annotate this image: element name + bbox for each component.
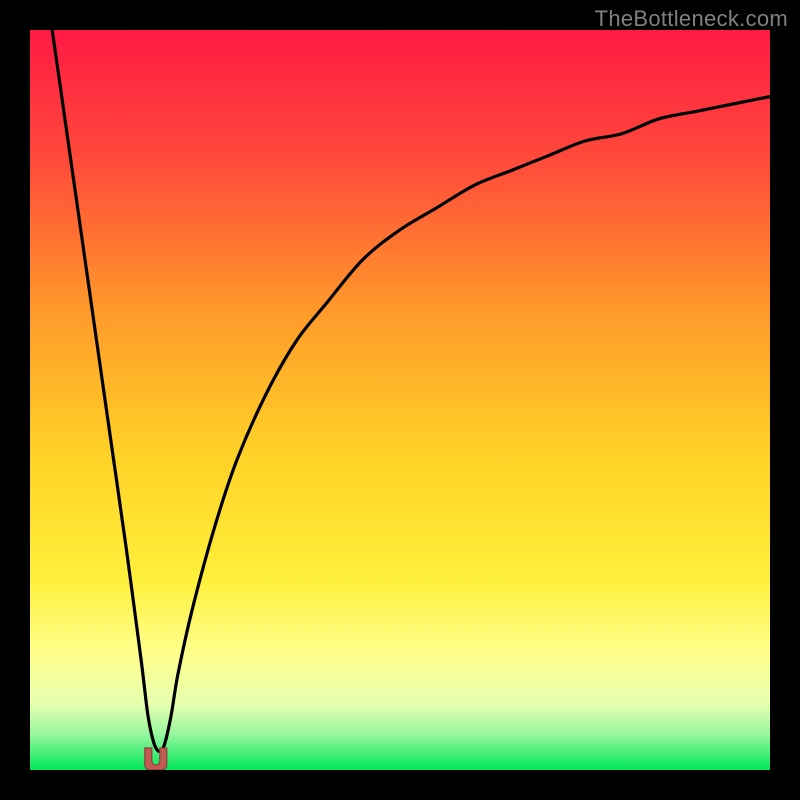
watermark-text: TheBottleneck.com: [595, 6, 788, 32]
chart-frame: TheBottleneck.com: [0, 0, 800, 800]
bottleneck-chart: [0, 0, 800, 800]
